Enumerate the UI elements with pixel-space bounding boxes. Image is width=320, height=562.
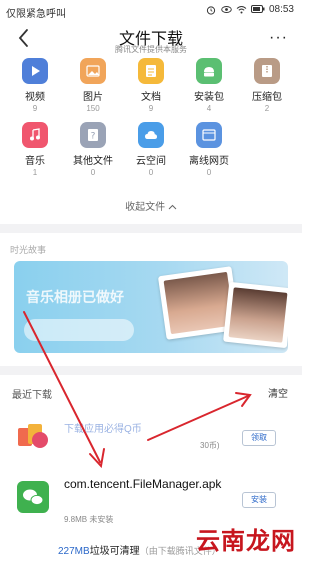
category-music[interactable]: 音乐 1	[12, 122, 58, 177]
category-count: 0	[148, 168, 154, 177]
status-bar: 仅限紧急呼叫 08:53	[0, 0, 302, 20]
file-name: com.tencent.FileManager.apk	[64, 477, 222, 491]
section-divider	[0, 224, 302, 233]
image-icon	[80, 58, 106, 84]
category-count: 1	[32, 168, 38, 177]
document-icon	[138, 58, 164, 84]
promo-thumbnail	[16, 418, 50, 452]
more-options-icon[interactable]: ···	[269, 30, 288, 46]
category-count: 9	[148, 104, 154, 113]
photo-card	[223, 281, 288, 349]
globe-icon	[196, 122, 222, 148]
category-count: 0	[90, 168, 96, 177]
carrier-text: 仅限紧急呼叫	[6, 9, 66, 20]
banner-pill	[24, 319, 134, 341]
category-count: 9	[32, 104, 38, 113]
clock-text: 08:53	[268, 4, 294, 15]
wifi-icon	[236, 5, 247, 14]
junk-text: 垃圾可清理	[89, 546, 140, 557]
recent-downloads-header: 最近下载	[12, 390, 52, 401]
install-button[interactable]: 安装	[242, 492, 276, 508]
category-label: 视频	[25, 92, 45, 103]
cloud-icon	[138, 122, 164, 148]
category-globe[interactable]: 离线网页 0	[186, 122, 232, 177]
section-divider	[0, 366, 302, 375]
page-subtitle: 腾讯文件提供本服务	[115, 45, 187, 54]
clear-button[interactable]: 清空	[268, 385, 288, 400]
category-count: 150	[86, 104, 100, 113]
category-label: 离线网页	[189, 156, 229, 167]
music-album-banner[interactable]: 音乐相册已做好	[14, 261, 288, 353]
junk-size: 227MB	[58, 546, 90, 557]
app-header: 文件下载 腾讯文件提供本服务 ···	[0, 20, 302, 60]
file-meta: 9.8MB 未安装	[64, 515, 114, 524]
category-label: 云空间	[136, 156, 166, 167]
android-icon	[196, 58, 222, 84]
collapse-label: 收起文件	[125, 202, 166, 213]
archive-icon	[254, 58, 280, 84]
category-label: 图片	[83, 92, 103, 103]
category-android[interactable]: 安装包 4	[186, 58, 232, 113]
story-label: 时光故事	[10, 245, 47, 255]
item-title: 下载应用必得Q币	[64, 424, 142, 435]
banner-text: 音乐相册已做好	[26, 289, 124, 305]
category-question[interactable]: ? 其他文件 0	[70, 122, 116, 177]
apk-file-icon	[16, 480, 50, 514]
question-icon: ?	[80, 122, 106, 148]
category-label: 压缩包	[252, 92, 282, 103]
category-archive[interactable]: 压缩包 2	[244, 58, 290, 113]
category-count: 4	[206, 104, 212, 113]
item-meta: 30币)	[200, 441, 220, 450]
category-play[interactable]: 视频 9	[12, 58, 58, 113]
chevron-up-icon	[168, 202, 177, 213]
category-count: 0	[206, 168, 212, 177]
battery-icon	[250, 5, 265, 14]
alarm-icon	[206, 5, 217, 15]
play-icon	[22, 58, 48, 84]
svg-text:?: ?	[91, 132, 96, 142]
category-cloud[interactable]: 云空间 0	[128, 122, 174, 177]
watermark-logo: 云南龙网	[196, 528, 296, 555]
collapse-files-button[interactable]: 收起文件	[0, 198, 302, 213]
category-label: 安装包	[194, 92, 224, 103]
category-count: 2	[264, 104, 270, 113]
claim-button[interactable]: 领取	[242, 430, 276, 446]
category-label: 音乐	[25, 156, 45, 167]
music-icon	[22, 122, 48, 148]
category-image[interactable]: 图片 150	[70, 58, 116, 113]
download-item[interactable]: 下载应用必得Q币 30币) 领取	[0, 418, 302, 462]
category-label: 其他文件	[73, 156, 113, 167]
category-document[interactable]: 文档 9	[128, 58, 174, 113]
eye-icon	[221, 5, 232, 14]
category-label: 文档	[141, 92, 161, 103]
